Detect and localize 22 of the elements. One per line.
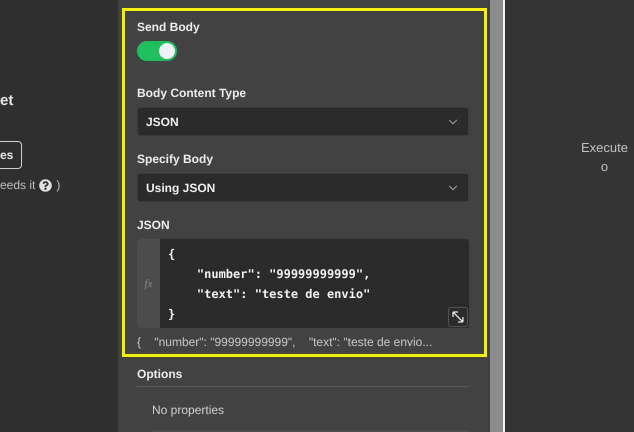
field-label: Specify Body xyxy=(137,152,214,166)
help-icon[interactable] xyxy=(39,178,52,192)
expand-button[interactable] xyxy=(448,307,468,327)
toggle-switch[interactable] xyxy=(137,41,177,61)
message-text: Execute xyxy=(581,139,628,157)
dropdown[interactable]: Using JSON xyxy=(137,173,469,202)
field-label: Body Content Type xyxy=(137,86,248,100)
field-label: Send Body xyxy=(137,20,201,34)
expression-gutter: fx xyxy=(137,239,160,328)
scrollbar[interactable] xyxy=(490,0,503,432)
empty-text: No properties xyxy=(152,403,226,417)
hint-text: ) xyxy=(56,178,60,192)
outline-button[interactable]: es xyxy=(0,141,22,169)
code-text: { "number": "99999999999", "text": "teste de envio" } xyxy=(167,246,372,323)
dropdown[interactable]: JSON xyxy=(137,107,469,136)
field-label: JSON xyxy=(137,218,171,232)
section-title: Options xyxy=(137,367,469,387)
preview-text: { "number": "99999999999", "text": "teste de envio... xyxy=(137,335,434,349)
code-editor[interactable]: fx { "number": "99999999999", "text": "teste de envio" } xyxy=(137,239,469,328)
message-text: o xyxy=(600,158,608,176)
hint-text: eeds it xyxy=(0,178,36,192)
section-heading: et xyxy=(0,92,14,109)
